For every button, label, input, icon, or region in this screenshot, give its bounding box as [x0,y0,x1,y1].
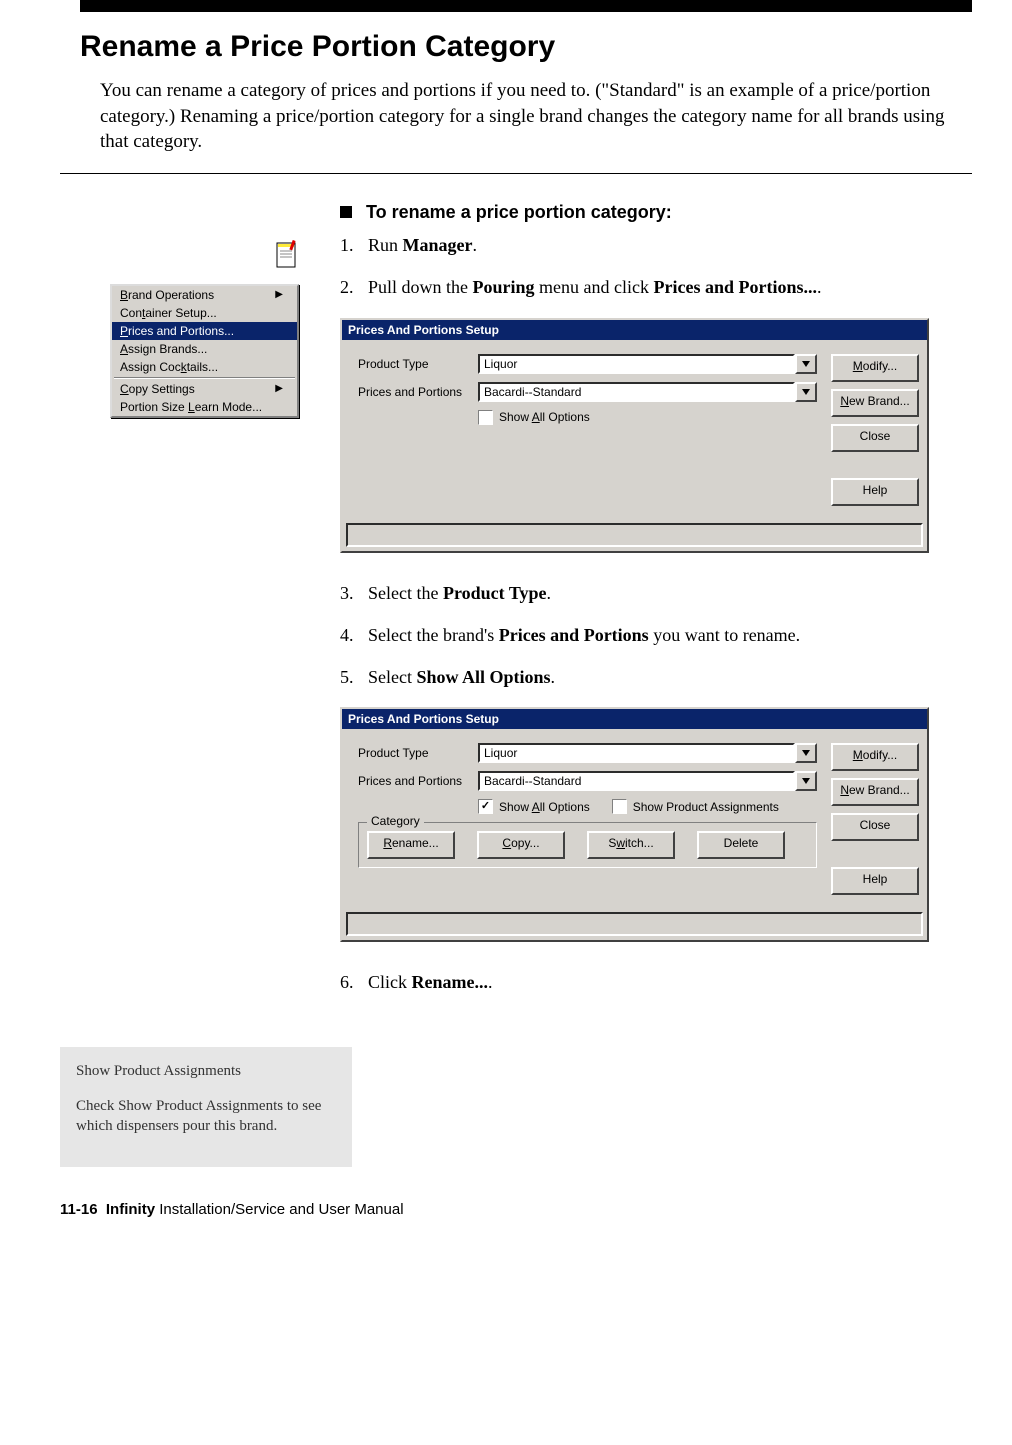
prices-portions-label: Prices and Portions [358,774,478,788]
new-brand-button[interactable]: New Brand... [831,778,919,806]
modify-button[interactable]: Modify... [831,354,919,382]
menu-item-brand-operations[interactable]: Brand Operations ▶ [112,286,297,304]
modify-button[interactable]: Modify... [831,743,919,771]
dropdown-arrow-icon[interactable] [795,743,817,763]
dialog-titlebar: Prices And Portions Setup [342,709,927,729]
menu-separator [114,377,295,379]
rename-button[interactable]: Rename... [367,831,455,859]
procedure-steps: 1.Run Manager. 2.Pull down the Pouring m… [340,233,972,300]
bullet-square-icon [340,206,352,218]
procedure-steps-cont2: 6.Click Rename.... [340,970,972,994]
tip-body: Check Show Product Assignments to see wh… [76,1096,336,1137]
delete-button[interactable]: Delete [697,831,785,859]
product-type-label: Product Type [358,746,478,760]
menu-item-assign-cocktails[interactable]: Assign Cocktails... [112,358,297,376]
header-rule [80,0,972,12]
show-all-options-checkbox[interactable] [478,799,493,814]
product-type-dropdown[interactable]: Liquor [478,743,817,763]
menu-item-copy-settings[interactable]: Copy Settings ▶ [112,380,297,398]
tip-box: Show Product Assignments Check Show Prod… [60,1047,352,1168]
tip-title: Show Product Assignments [76,1061,336,1081]
show-all-options-label: Show All Options [499,800,590,814]
copy-button[interactable]: Copy... [477,831,565,859]
prices-portions-dialog-1: Prices And Portions Setup Product Type L… [340,318,929,553]
menu-item-assign-brands[interactable]: Assign Brands... [112,340,297,358]
submenu-arrow-icon: ▶ [275,289,283,300]
dialog-titlebar: Prices And Portions Setup [342,320,927,340]
show-all-options-checkbox[interactable] [478,410,493,425]
procedure-steps-cont: 3.Select the Product Type. 4.Select the … [340,581,972,690]
submenu-arrow-icon: ▶ [275,383,283,394]
intro-text: You can rename a category of prices and … [100,78,972,155]
category-legend: Category [367,814,424,828]
menu-item-prices-and-portions[interactable]: Prices and Portions... [112,322,297,340]
product-type-label: Product Type [358,357,478,371]
menu-item-container-setup[interactable]: Container Setup... [112,304,297,322]
dropdown-arrow-icon[interactable] [795,354,817,374]
status-bar [346,912,923,936]
procedure-title: To rename a price portion category: [340,202,972,223]
dropdown-arrow-icon[interactable] [795,382,817,402]
prices-portions-dropdown[interactable]: Bacardi--Standard [478,382,817,402]
page-footer: 11-16 Infinity Installation/Service and … [60,1201,972,1218]
prices-portions-label: Prices and Portions [358,385,478,399]
close-button[interactable]: Close [831,424,919,452]
new-brand-button[interactable]: New Brand... [831,389,919,417]
prices-portions-dropdown[interactable]: Bacardi--Standard [478,771,817,791]
product-type-dropdown[interactable]: Liquor [478,354,817,374]
category-group: Category Rename... Copy... Switch... Del… [358,822,817,868]
help-button[interactable]: Help [831,867,919,895]
close-button[interactable]: Close [831,813,919,841]
status-bar [346,523,923,547]
note-icon [60,240,330,268]
section-rule [60,173,972,174]
help-button[interactable]: Help [831,478,919,506]
show-all-options-label: Show All Options [499,410,590,424]
show-product-assignments-label: Show Product Assignments [633,800,779,814]
switch-button[interactable]: Switch... [587,831,675,859]
dropdown-arrow-icon[interactable] [795,771,817,791]
menu-item-portion-size-learn-mode[interactable]: Portion Size Learn Mode... [112,398,297,416]
prices-portions-dialog-2: Prices And Portions Setup Product Type L… [340,707,929,942]
show-product-assignments-checkbox[interactable] [612,799,627,814]
context-menu: Brand Operations ▶ Container Setup... Pr… [110,284,299,418]
page-heading: Rename a Price Portion Category [80,30,972,64]
